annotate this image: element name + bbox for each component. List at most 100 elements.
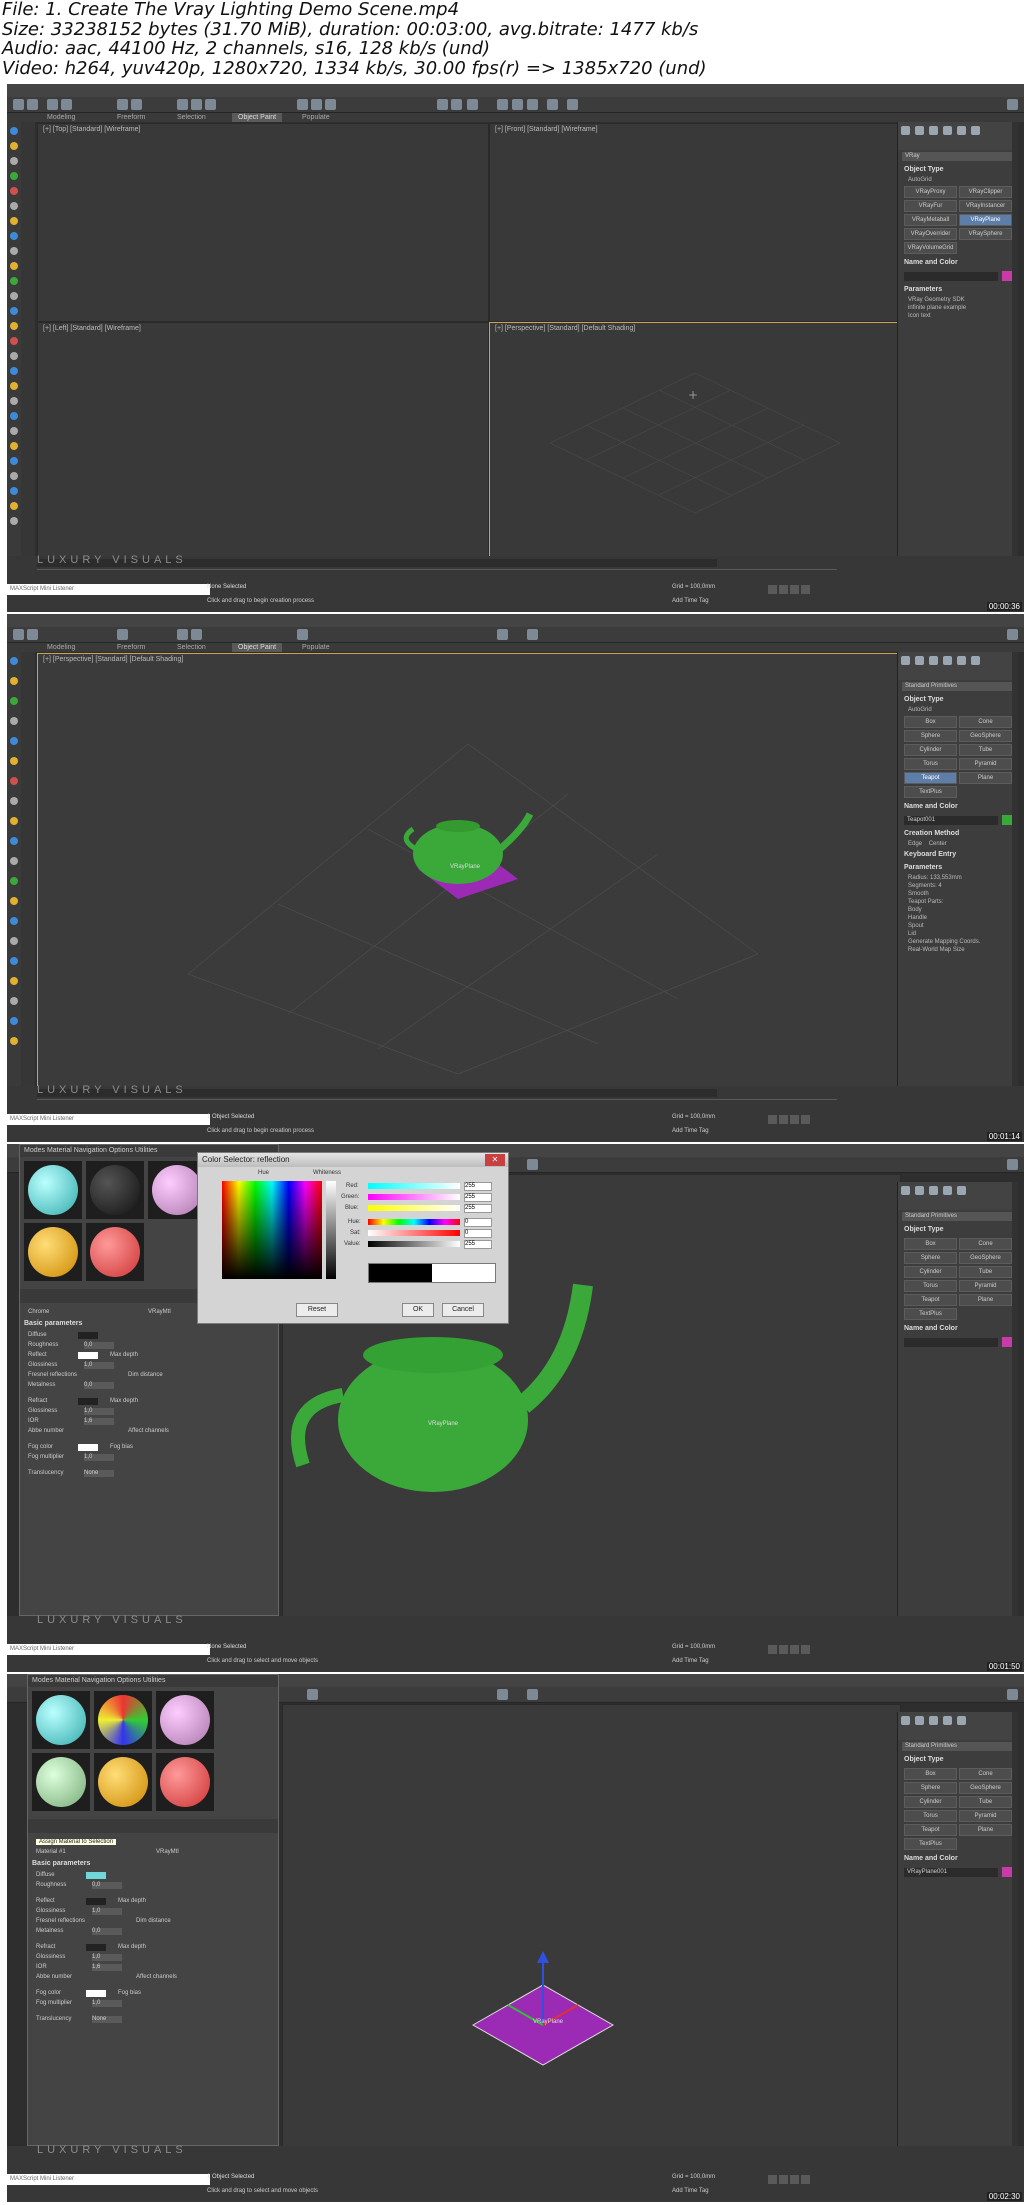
object-type-rollout[interactable]: Object Type (898, 693, 1018, 706)
snap-icon[interactable] (297, 99, 308, 110)
cancel-button[interactable]: Cancel (442, 1303, 484, 1317)
part-checkbox[interactable]: Body (898, 906, 1018, 914)
tool-icon[interactable] (10, 917, 18, 925)
angle-snap-icon[interactable] (311, 99, 322, 110)
tool-icon[interactable] (10, 307, 18, 315)
viewport-perspective[interactable]: [+] [Perspective] [Standard] [Default Sh… (37, 653, 901, 1087)
whiteness-bar[interactable] (326, 1181, 336, 1279)
move-icon[interactable] (177, 629, 188, 640)
object-button[interactable]: Pyramid (959, 758, 1012, 770)
object-button[interactable]: Sphere (904, 730, 957, 742)
rotate-icon[interactable] (191, 629, 202, 640)
tab-modeling[interactable]: Modeling (47, 643, 75, 652)
add-time-tag[interactable]: Add Time Tag (672, 1128, 709, 1134)
modify-icon[interactable] (915, 1186, 924, 1195)
name-color-rollout[interactable]: Name and Color (898, 1852, 1018, 1865)
ok-button[interactable]: OK (402, 1303, 434, 1317)
object-button[interactable]: Tube (959, 744, 1012, 756)
tool-icon[interactable] (10, 717, 18, 725)
param-value[interactable]: 1,6 (84, 1417, 114, 1425)
smooth-checkbox[interactable]: Smooth (898, 890, 1018, 898)
tool-icon[interactable] (10, 997, 18, 1005)
display-icon[interactable] (957, 1716, 966, 1725)
object-button[interactable]: Box (904, 716, 957, 728)
param-label[interactable]: Fresnel reflections (28, 1372, 78, 1378)
param-label[interactable]: Fresnel reflections (36, 1918, 86, 1924)
undo-icon[interactable] (13, 629, 24, 640)
param-value[interactable]: 1,6 (92, 1963, 122, 1971)
sample-slot[interactable] (86, 1161, 144, 1219)
object-button[interactable]: Plane (959, 1824, 1012, 1836)
key-icon[interactable] (801, 585, 810, 594)
object-button[interactable]: TextPlus (904, 786, 957, 798)
object-button[interactable]: Cone (959, 716, 1012, 728)
param-value[interactable]: 1,0 (84, 1407, 114, 1415)
param-label[interactable]: Abbe number (36, 1974, 86, 1980)
param-swatch[interactable] (78, 1351, 98, 1359)
unlink-icon[interactable] (61, 99, 72, 110)
tool-icon[interactable] (10, 397, 18, 405)
param-swatch[interactable] (78, 1397, 98, 1405)
modify-icon[interactable] (915, 656, 924, 665)
redo-icon[interactable] (27, 629, 38, 640)
category-dropdown[interactable]: Standard Primitives (902, 1742, 1014, 1751)
object-button[interactable]: Sphere (904, 1252, 957, 1264)
viewport-label[interactable]: [+] [Top] [Standard] [Wireframe] (43, 126, 140, 133)
object-button[interactable]: Tube (959, 1266, 1012, 1278)
link-icon[interactable] (47, 99, 58, 110)
param-value[interactable]: None (84, 1469, 114, 1477)
vray-icon[interactable] (567, 99, 578, 110)
tool-icon[interactable] (10, 217, 18, 225)
tab-object-paint[interactable]: Object Paint (232, 113, 283, 122)
red-slider[interactable] (368, 1183, 460, 1189)
mapping-checkbox[interactable]: Generate Mapping Coords. (898, 938, 1018, 946)
panel-scroll[interactable] (1012, 1182, 1018, 1616)
tool-icon[interactable] (10, 427, 18, 435)
tool-icon[interactable] (10, 322, 18, 330)
tool-icon[interactable] (10, 277, 18, 285)
color-swatch[interactable] (1002, 271, 1012, 281)
parameters-rollout[interactable]: Parameters (898, 861, 1018, 874)
viewport-left[interactable]: [+] [Left] [Standard] [Wireframe] (37, 322, 489, 557)
tool-icon[interactable] (10, 262, 18, 270)
layer-icon[interactable] (467, 99, 478, 110)
play-icon[interactable] (779, 1115, 788, 1124)
param-value[interactable]: None (92, 2015, 122, 2023)
object-button[interactable]: Torus (904, 1810, 957, 1822)
object-button[interactable]: Cylinder (904, 744, 957, 756)
tool-icon[interactable] (10, 757, 18, 765)
create-icon[interactable] (901, 1716, 910, 1725)
param-swatch[interactable] (86, 1943, 106, 1951)
tool-icon[interactable] (10, 817, 18, 825)
material-type[interactable]: VRayMtl (148, 1309, 203, 1315)
window-icon[interactable] (1007, 629, 1018, 640)
tool-icon[interactable] (10, 797, 18, 805)
render-icon[interactable] (527, 1159, 538, 1170)
param-label[interactable]: Abbe number (28, 1428, 78, 1434)
reset-button[interactable]: Reset (296, 1303, 338, 1317)
window-icon[interactable] (1007, 1159, 1018, 1170)
window-icon[interactable] (1007, 1689, 1018, 1700)
display-icon[interactable] (957, 1186, 966, 1195)
tool-icon[interactable] (10, 172, 18, 180)
close-icon[interactable]: ✕ (485, 1154, 505, 1166)
tool-icon[interactable] (10, 142, 18, 150)
tool-icon[interactable] (10, 232, 18, 240)
object-button[interactable]: VRayPlane (959, 214, 1012, 226)
param-swatch[interactable] (86, 1989, 106, 1997)
teapot-render-icon[interactable] (547, 99, 558, 110)
name-field[interactable] (904, 1337, 998, 1347)
tool-icon[interactable] (10, 697, 18, 705)
param-swatch[interactable] (86, 1897, 106, 1905)
param-swatch[interactable] (78, 1331, 98, 1339)
next-frame-icon[interactable] (790, 2175, 799, 2184)
object-button[interactable]: Pyramid (959, 1280, 1012, 1292)
object-button[interactable]: VRayOverrider (904, 228, 957, 240)
tool-icon[interactable] (10, 837, 18, 845)
tab-populate[interactable]: Populate (302, 643, 330, 652)
hierarchy-icon[interactable] (929, 656, 938, 665)
tool-icon[interactable] (10, 777, 18, 785)
tool-icon[interactable] (10, 247, 18, 255)
param-value[interactable]: 1,0 (92, 1999, 122, 2007)
tool-icon[interactable] (10, 337, 18, 345)
